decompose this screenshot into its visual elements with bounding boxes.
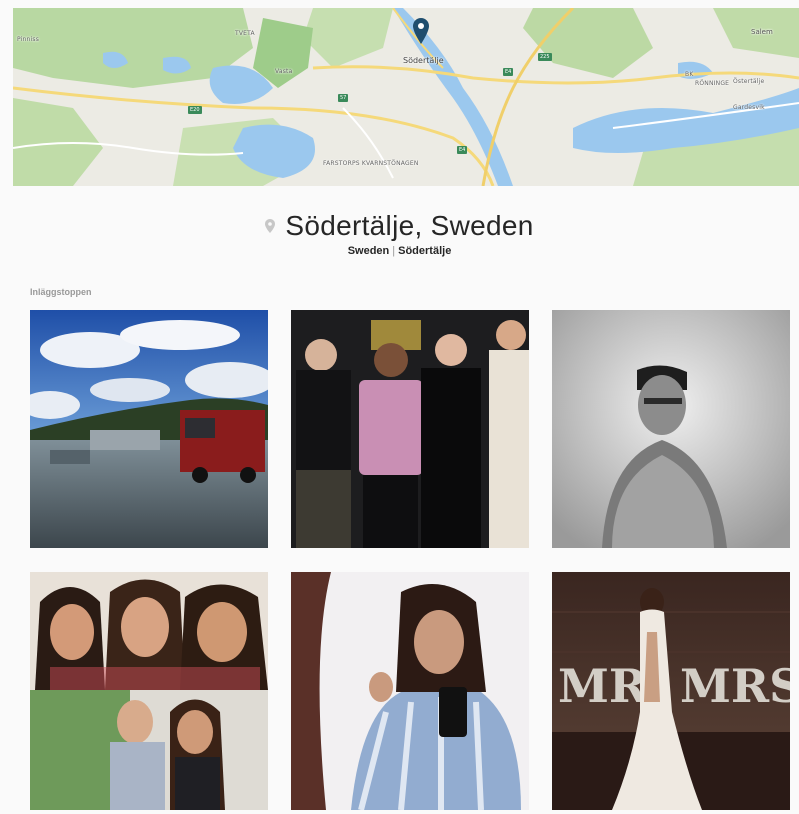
post-thumbnail-2[interactable] — [291, 310, 529, 548]
page-title: Södertälje, Sweden — [285, 210, 534, 241]
map-label-rk: RÖNNINGE — [695, 80, 730, 87]
map-label-norr: Gardesvik — [733, 104, 765, 111]
location-header: Södertälje, Sweden Sweden | Södertälje — [0, 208, 799, 257]
post-image — [291, 310, 529, 548]
post-image: MR MRS — [552, 572, 790, 810]
post-thumbnail-3[interactable] — [552, 310, 790, 548]
post-thumbnail-5[interactable] — [291, 572, 529, 810]
road-shield: 57 — [338, 94, 349, 102]
map-label-vasta: Vasta — [275, 68, 293, 75]
location-pin-icon — [265, 219, 276, 233]
road-shield: 225 — [538, 53, 552, 61]
location-map[interactable]: Södertälje Salem TVETA FARSTORPS KVARNST… — [13, 8, 799, 186]
map-label-tveta: TVETA — [235, 30, 255, 37]
map-label-city: Södertälje — [403, 56, 444, 65]
post-image — [552, 310, 790, 548]
post-thumbnail-4[interactable] — [30, 572, 268, 810]
wedding-letters-right: MRS — [680, 659, 790, 713]
post-image — [291, 572, 529, 810]
post-image — [30, 572, 268, 810]
post-thumbnail-1[interactable] — [30, 310, 268, 548]
road-shield: E4 — [457, 146, 468, 154]
map-pin-icon — [413, 18, 429, 44]
post-image — [30, 310, 268, 548]
road-shield: E20 — [188, 106, 202, 114]
breadcrumb-separator: | — [392, 245, 396, 257]
map-label-brand: Pinniss — [17, 36, 40, 43]
section-label-top-posts: Inläggstoppen — [30, 287, 92, 297]
road-shield: E4 — [503, 68, 514, 76]
breadcrumb: Sweden | Södertälje — [0, 245, 799, 257]
map-label-rastatorps: FARSTORPS KVARNSTÖNAGEN — [323, 160, 419, 167]
map-label-bk: BK — [685, 71, 694, 78]
breadcrumb-city-link[interactable]: Södertälje — [398, 245, 451, 257]
location-title-row: Södertälje, Sweden — [0, 208, 799, 244]
post-thumbnail-6[interactable]: MR MRS — [552, 572, 790, 810]
breadcrumb-country-link[interactable]: Sweden — [348, 245, 390, 257]
wedding-letters-left: MR — [558, 659, 648, 713]
map-label-right: Östertälje — [733, 78, 765, 85]
map-label-salem: Salem — [751, 28, 773, 36]
